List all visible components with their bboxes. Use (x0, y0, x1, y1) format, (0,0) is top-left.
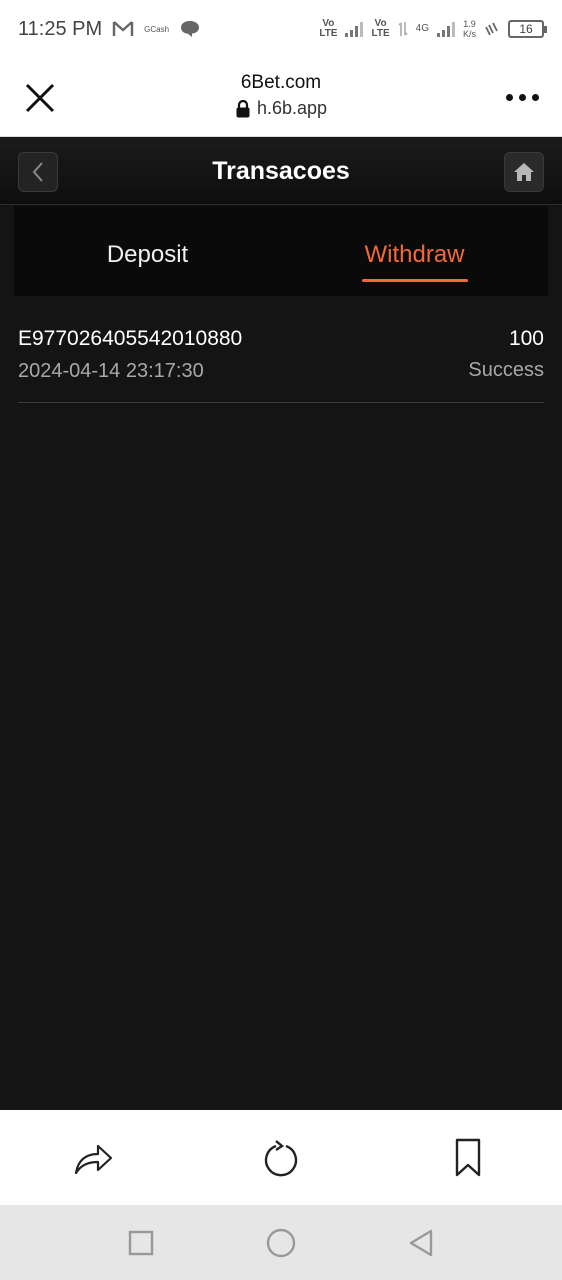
circle-icon (266, 1228, 296, 1257)
system-nav-bar (0, 1205, 562, 1280)
data-transfer-icon (398, 22, 408, 36)
site-title: 6Bet.com (240, 72, 322, 93)
square-icon (128, 1230, 154, 1255)
more-dot-icon (518, 93, 526, 101)
transaction-tabs: Deposit Withdraw (14, 206, 548, 296)
gmail-icon (112, 21, 134, 36)
share-button[interactable] (69, 1133, 119, 1183)
recents-button[interactable] (121, 1223, 161, 1263)
page-title: Transacoes (212, 157, 350, 185)
page-header: Transacoes (0, 137, 562, 205)
network-type: 4G (415, 23, 429, 34)
net-speed: 1.9 K/s (462, 19, 476, 39)
more-dot-icon (505, 93, 513, 101)
home-nav-button[interactable] (261, 1223, 301, 1263)
volte-indicator-1: Vo LTE (319, 18, 338, 39)
refresh-icon (264, 1139, 298, 1176)
signal-icon-2 (436, 21, 455, 37)
transaction-status: Success (468, 359, 544, 381)
list-item[interactable]: E977026405542010880 2024-04-14 23:17:30 … (18, 296, 544, 403)
more-options-button[interactable] (504, 86, 540, 108)
browser-bottom-toolbar (0, 1110, 562, 1205)
transaction-amount: 100 (508, 327, 544, 350)
url-text: h.6b.app (256, 98, 328, 118)
notification-icons: GCash (112, 19, 201, 39)
home-button[interactable] (504, 152, 544, 192)
site-info: 6Bet.com h.6b.app (0, 72, 562, 123)
wifi-off-icon (485, 22, 498, 36)
gcash-icon: GCash (144, 24, 170, 34)
tab-deposit[interactable]: Deposit (14, 206, 281, 296)
transaction-date: 2024-04-14 23:17:30 (18, 360, 204, 382)
lock-icon (236, 99, 250, 117)
system-icons: Vo LTE Vo LTE 4G 1.9 K/s 16 (319, 18, 547, 39)
more-dot-icon (531, 93, 539, 101)
site-url: h.6b.app (235, 98, 327, 119)
chat-bubble-icon (181, 21, 200, 37)
bookmark-icon (456, 1138, 481, 1176)
back-nav-button[interactable] (401, 1223, 441, 1263)
volte-indicator-2: Vo LTE (371, 18, 390, 39)
status-time: 11:25 PM (18, 17, 103, 40)
home-icon (514, 163, 534, 181)
refresh-button[interactable] (256, 1133, 306, 1183)
browser-top-bar: 6Bet.com h.6b.app (0, 58, 562, 137)
status-bar: 11:25 PM GCash Vo LTE Vo LTE 4G 1.9 K/s … (0, 0, 562, 58)
bookmark-button[interactable] (443, 1133, 493, 1183)
tab-withdraw[interactable]: Withdraw (281, 206, 548, 296)
share-icon (74, 1144, 112, 1174)
signal-icon (345, 21, 364, 37)
transaction-list: E977026405542010880 2024-04-14 23:17:30 … (0, 296, 562, 1110)
transaction-id: E977026405542010880 (18, 327, 243, 350)
battery-icon: 16 (508, 20, 547, 38)
triangle-back-icon (409, 1229, 433, 1256)
